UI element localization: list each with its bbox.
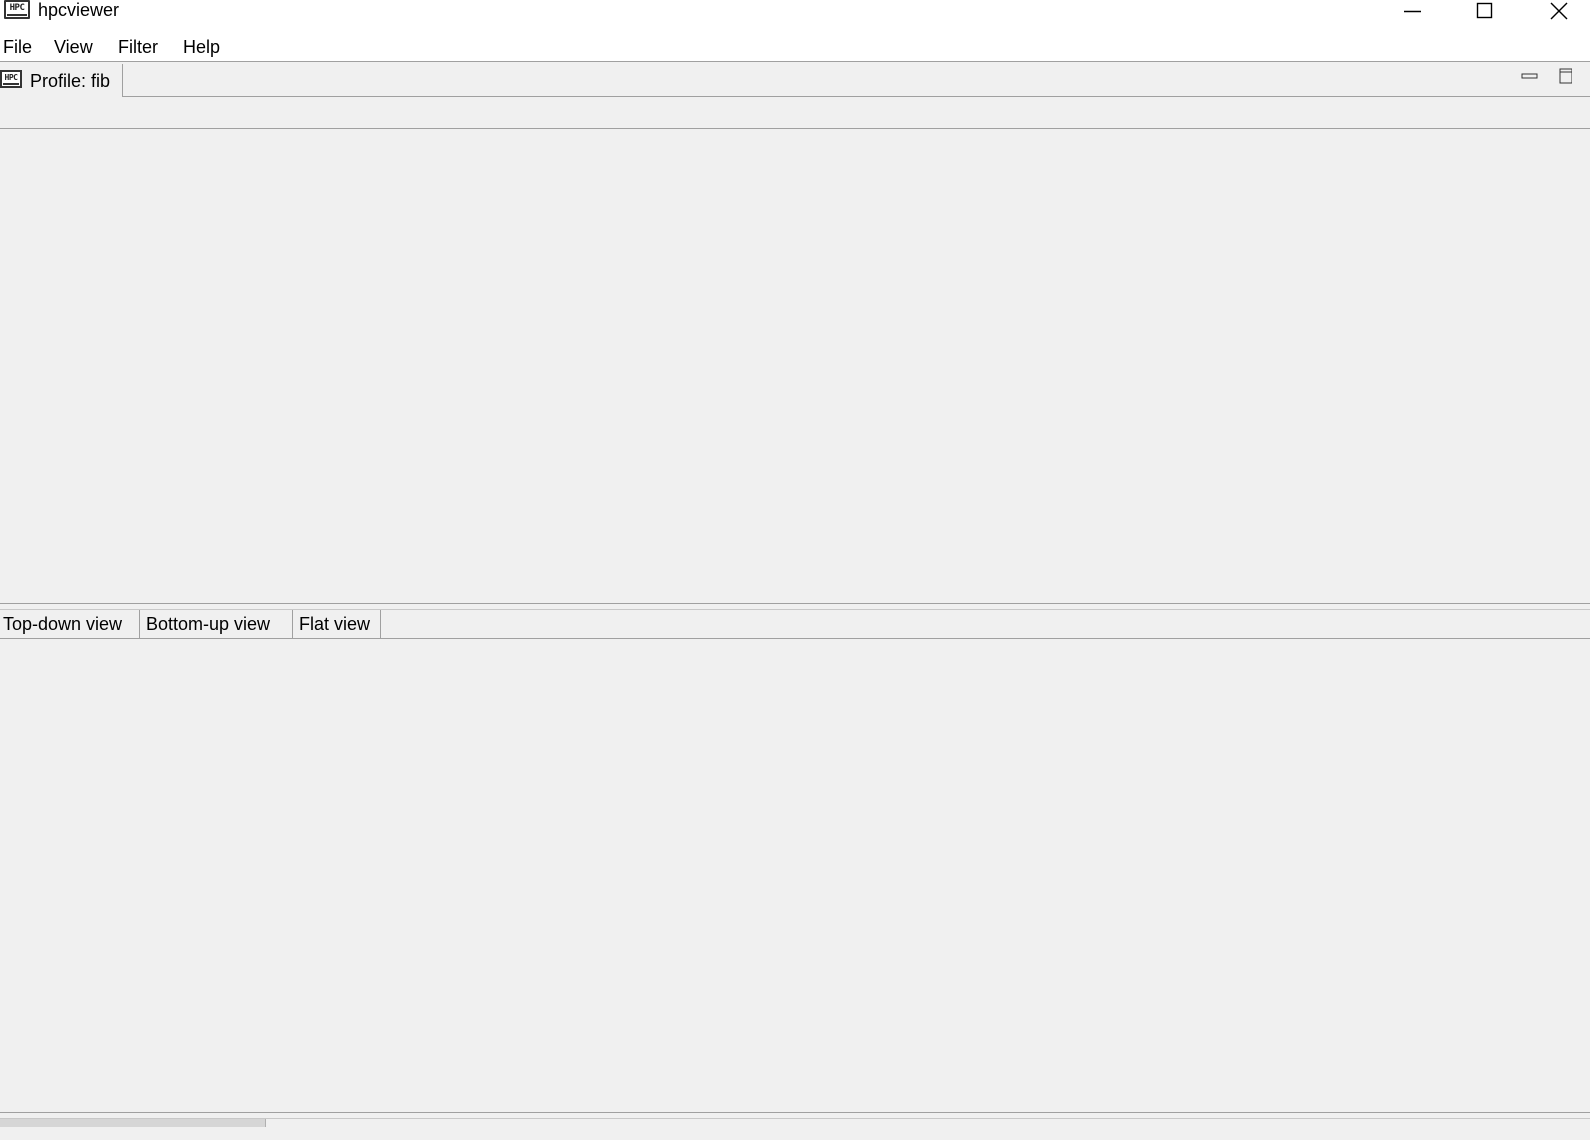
hpc-app-icon[interactable]: HPC [4,0,30,19]
editor-tab-bar: HPC Profile: fib [0,62,1590,97]
hpc-profile-icon: HPC [0,70,22,88]
maximize-button[interactable] [1456,0,1512,22]
horizontal-scrollbar[interactable] [0,1118,1590,1128]
view-minimize-button[interactable] [1521,69,1539,79]
minimize-view-icon [1521,73,1538,79]
tab-label: Profile: fib [30,71,111,91]
title-bar: HPC hpcviewer [0,0,1590,26]
scrollbar-thumb[interactable] [0,1119,266,1127]
close-button[interactable] [1530,0,1586,22]
tab-top-down-view[interactable]: Top-down view [0,610,140,638]
view-tab-bar: Top-down view Bottom-up view Flat view [0,610,1590,639]
menu-bar: File View Filter Help [0,32,1590,60]
menu-filter[interactable]: Filter [116,36,160,58]
maximize-view-icon [1559,68,1573,84]
tab-bottom-up-view[interactable]: Bottom-up view [140,610,293,638]
workbench-area: HPC Profile: fib Top-down view Bottom-up… [0,61,1590,1140]
close-icon [1550,2,1568,20]
tab-flat-view[interactable]: Flat view [293,610,381,638]
source-pane [0,129,1590,603]
source-toolbar [0,99,1590,129]
minimize-button[interactable] [1384,0,1440,22]
minimize-icon [1404,10,1421,13]
menu-view[interactable]: View [52,36,95,58]
menu-file[interactable]: File [1,36,34,58]
pane-splitter[interactable] [0,603,1590,610]
menu-help[interactable]: Help [181,36,222,58]
view-maximize-button[interactable] [1558,68,1573,84]
bottom-panel [0,1112,1590,1141]
maximize-icon [1476,2,1493,19]
window-title: hpcviewer [38,0,120,20]
metrics-tree-pane [0,639,1590,1112]
tab-profile-fib[interactable]: HPC Profile: fib [0,64,123,97]
